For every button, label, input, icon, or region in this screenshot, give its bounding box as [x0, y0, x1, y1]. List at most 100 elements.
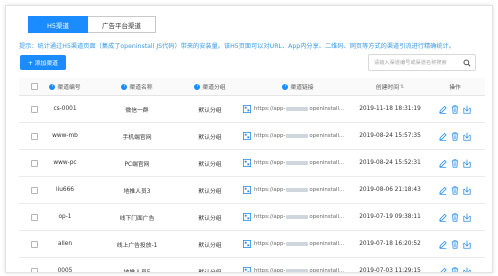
tab-h5-channel[interactable]: H5渠道: [28, 16, 88, 33]
channel-name: 线上广告投放-1: [116, 242, 158, 249]
table-row: allen 线上广告投放-1 默认分组 https://app-openinst…: [19, 231, 485, 258]
create-time: 2019-07-03 11:29:15: [359, 268, 421, 273]
qrcode-icon[interactable]: [243, 105, 251, 113]
channel-link[interactable]: https://app-openinstall...: [243, 150, 353, 176]
delete-icon[interactable]: [451, 104, 459, 114]
help-icon[interactable]: ?: [49, 83, 56, 90]
edit-icon[interactable]: [439, 213, 447, 222]
search-icon[interactable]: [463, 59, 471, 67]
search-input[interactable]: 请输入渠道编号或渠道名称搜索: [368, 54, 476, 71]
channel-id: www-mb: [52, 133, 78, 139]
table-row: cs-0001 微信一群 默认分组 https://app-openinstal…: [19, 96, 485, 123]
qrcode-icon[interactable]: [243, 159, 251, 167]
header-channel-link: ? 渠道链接: [282, 83, 314, 91]
channel-link[interactable]: https://app-openinstall...: [243, 177, 353, 203]
download-icon[interactable]: [463, 132, 471, 141]
row-checkbox[interactable]: [30, 240, 38, 248]
create-time: 2019-11-18 18:31:19: [359, 106, 421, 112]
link-prefix: https://app-: [254, 241, 286, 247]
download-icon[interactable]: [463, 240, 471, 249]
row-checkbox[interactable]: [30, 213, 38, 221]
download-icon[interactable]: [463, 159, 471, 168]
channel-group: 默认分组: [198, 269, 222, 273]
channel-id: 0005: [57, 268, 73, 273]
delete-icon[interactable]: [451, 239, 459, 249]
row-operations: [431, 258, 479, 274]
link-suffix: openinstall...: [309, 106, 345, 112]
download-icon[interactable]: [463, 105, 471, 114]
channel-link[interactable]: https://app-openinstall...: [243, 231, 353, 257]
channel-id: www-pc: [53, 160, 77, 166]
notice-text: 提示：统计通过H5渠道页面（集成了openinstall JS代码）带来的安装量…: [19, 43, 455, 50]
edit-icon[interactable]: [439, 186, 447, 195]
link-prefix: https://app-: [254, 160, 286, 166]
row-checkbox[interactable]: [30, 267, 38, 272]
qrcode-icon[interactable]: [243, 240, 251, 248]
edit-icon[interactable]: [439, 240, 447, 249]
table-row: op-1 线下门面广告 默认分组 https://app-openinstall…: [19, 204, 485, 231]
qrcode-icon[interactable]: [243, 132, 251, 140]
link-suffix: openinstall...: [309, 241, 345, 247]
link-suffix: openinstall...: [309, 187, 345, 193]
header-channel-name: ? 渠道名称: [121, 83, 153, 91]
channel-link[interactable]: https://app-openinstall...: [243, 96, 353, 122]
edit-icon[interactable]: [439, 132, 447, 141]
help-icon[interactable]: ?: [194, 83, 201, 90]
tab-ad-platform-channel[interactable]: 广告平台渠道: [88, 16, 156, 33]
select-all-checkbox[interactable]: [30, 83, 38, 90]
channel-link[interactable]: https://app-openinstall...: [243, 258, 353, 273]
channel-name: 地推人员5: [123, 269, 151, 273]
masked-link-segment: [286, 187, 309, 192]
delete-icon[interactable]: [451, 185, 459, 195]
qrcode-icon[interactable]: [243, 213, 251, 221]
create-time: 2019-07-19 09:38:11: [359, 214, 421, 220]
header-channel-group: ? 渠道分组: [194, 83, 226, 91]
qrcode-icon[interactable]: [243, 186, 251, 194]
help-icon[interactable]: ?: [282, 83, 289, 90]
table-header: ? 渠道编号 ? 渠道名称 ? 渠道分组 ? 渠道链接 创建时间 ⇅ 操作: [19, 78, 485, 96]
channel-group: 默认分组: [198, 242, 222, 249]
channel-group: 默认分组: [198, 161, 222, 168]
row-operations: [431, 150, 479, 176]
delete-icon[interactable]: [451, 158, 459, 168]
channel-id: allen: [57, 241, 72, 247]
table-row: 0005 地推人员5 默认分组 https://app-openinstall.…: [19, 258, 485, 274]
link-suffix: openinstall...: [309, 133, 345, 139]
download-icon[interactable]: [463, 267, 471, 274]
download-icon[interactable]: [463, 186, 471, 195]
row-checkbox[interactable]: [30, 132, 38, 140]
link-prefix: https://app-: [254, 187, 286, 193]
table-row: www-mb 手机端官网 默认分组 https://app-openinstal…: [19, 123, 485, 150]
row-checkbox[interactable]: [30, 105, 38, 113]
channel-table: ? 渠道编号 ? 渠道名称 ? 渠道分组 ? 渠道链接 创建时间 ⇅ 操作 cs-0001…: [19, 78, 485, 274]
channel-group: 默认分组: [198, 188, 222, 195]
add-channel-button[interactable]: + 添加渠道: [20, 55, 66, 70]
download-icon[interactable]: [463, 213, 471, 222]
edit-icon[interactable]: [439, 267, 447, 274]
link-suffix: openinstall...: [309, 268, 345, 273]
link-prefix: https://app-: [254, 106, 286, 112]
qrcode-icon[interactable]: [243, 267, 251, 273]
delete-icon[interactable]: [451, 266, 459, 274]
edit-icon[interactable]: [439, 105, 447, 114]
channel-management-panel: H5渠道 广告平台渠道 提示：统计通过H5渠道页面（集成了openinstall…: [5, 5, 493, 273]
row-checkbox[interactable]: [30, 159, 38, 167]
masked-link-segment: [286, 214, 309, 219]
channel-name: 线下门面广告: [119, 215, 155, 222]
help-icon[interactable]: ?: [121, 83, 128, 90]
channel-link[interactable]: https://app-openinstall...: [243, 204, 353, 230]
channel-group: 默认分组: [198, 107, 222, 114]
row-checkbox[interactable]: [30, 186, 38, 194]
create-time: 2019-07-18 16:20:52: [359, 241, 421, 247]
channel-link[interactable]: https://app-openinstall...: [243, 123, 353, 149]
channel-name: 微信一群: [125, 107, 149, 114]
sort-icon[interactable]: ⇅: [400, 84, 404, 90]
channel-name: PC端官网: [124, 161, 150, 168]
table-row: www-pc PC端官网 默认分组 https://app-openinstal…: [19, 150, 485, 177]
channel-tabs: H5渠道 广告平台渠道: [28, 16, 156, 33]
header-create-time[interactable]: 创建时间 ⇅: [351, 78, 429, 95]
delete-icon[interactable]: [451, 131, 459, 141]
masked-link-segment: [286, 133, 309, 138]
edit-icon[interactable]: [439, 159, 447, 168]
delete-icon[interactable]: [451, 212, 459, 222]
